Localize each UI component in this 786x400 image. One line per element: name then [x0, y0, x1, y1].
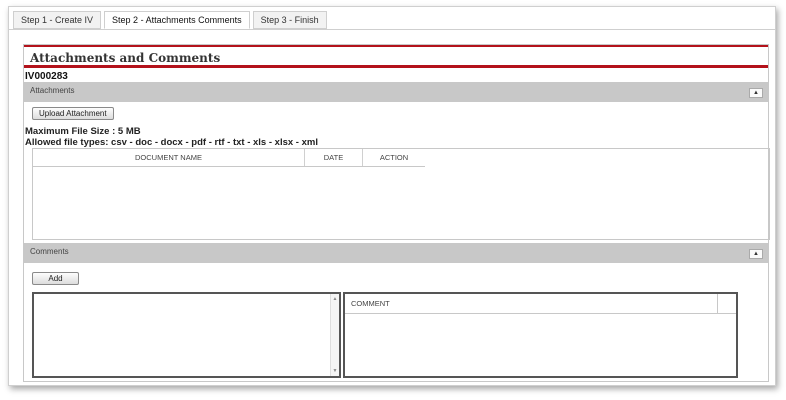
- attachments-section-header: Attachments ▲: [24, 82, 768, 102]
- max-file-size-text: Maximum File Size : 5 MB: [25, 126, 141, 137]
- comments-header-spacer: [717, 294, 736, 313]
- add-comment-button[interactable]: Add: [32, 272, 79, 285]
- record-id: IV000283: [25, 71, 68, 82]
- title-top-rule: [24, 45, 768, 47]
- tab-step-1[interactable]: Step 1 - Create IV: [13, 11, 102, 29]
- comments-table-header: COMMENT: [345, 294, 736, 314]
- column-action[interactable]: ACTION: [363, 149, 425, 166]
- comments-table: COMMENT: [343, 292, 738, 378]
- wizard-tabs: Step 1 - Create IV Step 2 - Attachments …: [9, 11, 327, 31]
- attachments-table-header: DOCUMENT NAME DATE ACTION: [33, 149, 425, 167]
- panel-title: Attachments and Comments: [30, 51, 221, 65]
- scroll-down-icon[interactable]: ▼: [331, 368, 339, 374]
- column-document-name[interactable]: DOCUMENT NAME: [33, 149, 305, 166]
- column-date[interactable]: DATE: [305, 149, 363, 166]
- allowed-file-types-text: Allowed file types: csv - doc - docx - p…: [25, 137, 318, 148]
- window: Step 1 - Create IV Step 2 - Attachments …: [8, 6, 776, 386]
- comment-input-scrollbar[interactable]: ▲ ▼: [330, 294, 339, 376]
- collapse-up-icon[interactable]: ▲: [749, 88, 763, 98]
- attachments-table: DOCUMENT NAME DATE ACTION: [32, 148, 770, 240]
- column-comment[interactable]: COMMENT: [345, 294, 717, 313]
- scroll-up-icon[interactable]: ▲: [331, 296, 339, 302]
- upload-attachment-button[interactable]: Upload Attachment: [32, 107, 114, 120]
- tab-step-2[interactable]: Step 2 - Attachments Comments: [104, 11, 250, 29]
- tab-step-3[interactable]: Step 3 - Finish: [252, 11, 327, 29]
- collapse-up-icon[interactable]: ▲: [749, 249, 763, 259]
- comments-section-header: Comments ▲: [24, 243, 768, 263]
- comments-section-label: Comments: [30, 247, 69, 256]
- comment-input[interactable]: ▲ ▼: [32, 292, 341, 378]
- attachments-section-label: Attachments: [30, 86, 75, 95]
- title-bottom-rule: [24, 65, 768, 68]
- tab-divider: [9, 29, 775, 30]
- attachments-comments-panel: Attachments and Comments IV000283 Attach…: [23, 44, 770, 382]
